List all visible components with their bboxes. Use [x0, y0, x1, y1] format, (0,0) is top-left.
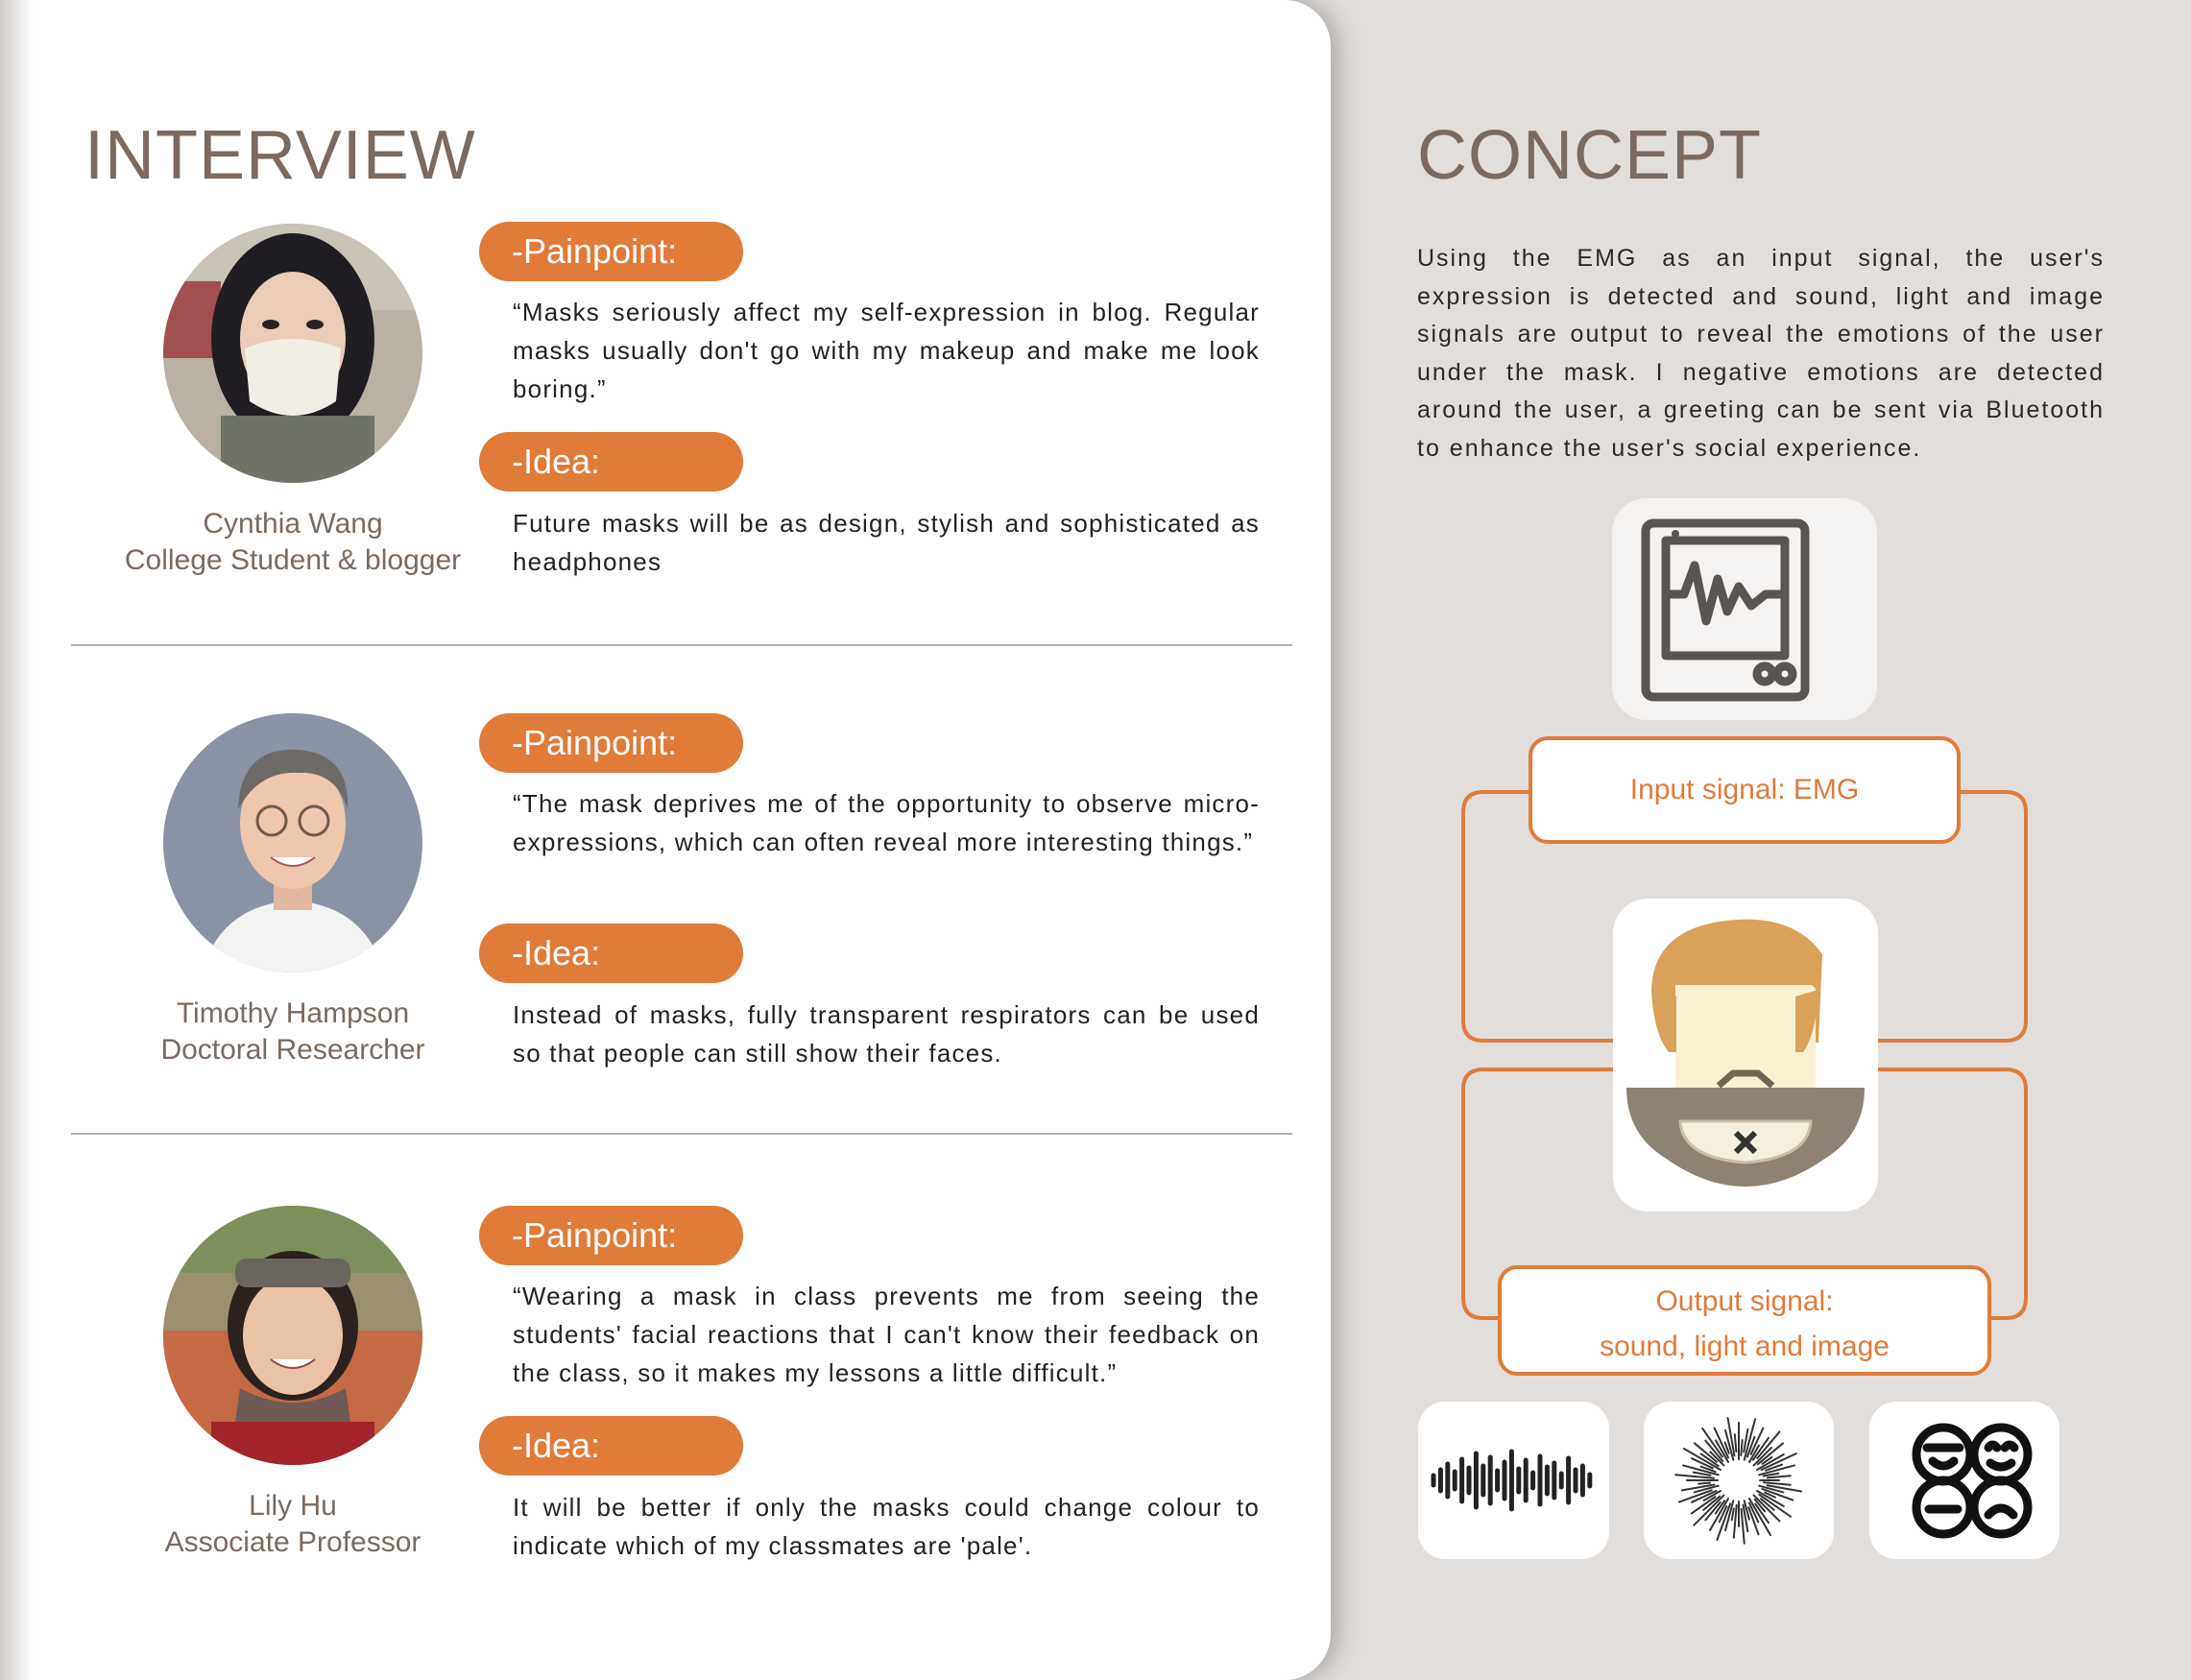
- input-signal-box: Input signal: EMG: [1529, 736, 1961, 844]
- painpoint-label: -Painpoint:: [479, 713, 743, 773]
- masked-face-icon: [1626, 919, 1865, 1187]
- interviewee-name: Lily Hu: [249, 1490, 337, 1522]
- interviewee-card: Cynthia Wang College Student & blogger -…: [0, 222, 1331, 675]
- emg-monitor-card: [1612, 498, 1877, 720]
- painpoint-text: “Wearing a mask in class prevents me fro…: [513, 1282, 1260, 1387]
- emoji-faces-icon: [1912, 1423, 2033, 1539]
- input-signal-label: Input signal: EMG: [1629, 774, 1860, 805]
- interviewee-card: Timothy Hampson Doctoral Researcher -Pai…: [0, 713, 1331, 1164]
- idea-text: Instead of masks, fully transparent resp…: [513, 1000, 1260, 1068]
- portrait-image: [163, 224, 422, 483]
- interviewee-role: Doctoral Researcher: [160, 1034, 425, 1066]
- interviewee-role: College Student & blogger: [124, 544, 462, 576]
- concept-title: CONCEPT: [1417, 117, 1763, 194]
- concept-description: Using the EMG as an input signal, the us…: [1417, 245, 2105, 462]
- idea-label: -Idea:: [479, 432, 743, 492]
- portrait-image: [163, 713, 422, 972]
- idea-text: It will be better if only the masks coul…: [513, 1493, 1260, 1560]
- interview-panel: INTERVIEW Cynthia Wang College Student &…: [0, 0, 1331, 1680]
- monitor-waveform-icon: [1641, 518, 1810, 702]
- interviewee-photo: [163, 1206, 422, 1465]
- interview-title: INTERVIEW: [84, 117, 476, 194]
- painpoint-label: -Painpoint:: [479, 1206, 743, 1265]
- painpoint-text: “The mask deprives me of the opportunity…: [513, 789, 1260, 856]
- painpoint-label: -Painpoint:: [479, 222, 743, 281]
- interviewee-name: Timothy Hampson: [176, 997, 410, 1029]
- output-signal-box: Output signal: sound, light and image: [1498, 1265, 1991, 1376]
- idea-label: -Idea:: [479, 924, 743, 983]
- divider: [71, 1133, 1292, 1135]
- image-output-card: [1869, 1402, 2059, 1559]
- interviewee-role: Associate Professor: [164, 1526, 421, 1558]
- sound-output-card: [1418, 1402, 1609, 1559]
- light-burst-icon: [1674, 1417, 1802, 1545]
- portrait-image: [163, 1206, 422, 1465]
- output-signal-label: Output signal:: [1655, 1285, 1834, 1317]
- output-signal-detail: sound, light and image: [1600, 1331, 1890, 1362]
- interviewee-name: Cynthia Wang: [203, 508, 383, 540]
- interviewee-photo: [163, 224, 422, 483]
- idea-label: -Idea:: [479, 1416, 743, 1476]
- light-output-card: [1644, 1402, 1834, 1559]
- interviewee-photo: [163, 713, 422, 972]
- idea-text: Future masks will be as design, stylish …: [513, 509, 1260, 576]
- divider: [71, 644, 1292, 646]
- masked-face-card: [1613, 899, 1878, 1212]
- sound-wave-icon: [1431, 1449, 1593, 1512]
- interviewee-card: Lily Hu Associate Professor -Painpoint: …: [0, 1206, 1331, 1657]
- painpoint-text: “Masks seriously affect my self-expressi…: [513, 298, 1260, 403]
